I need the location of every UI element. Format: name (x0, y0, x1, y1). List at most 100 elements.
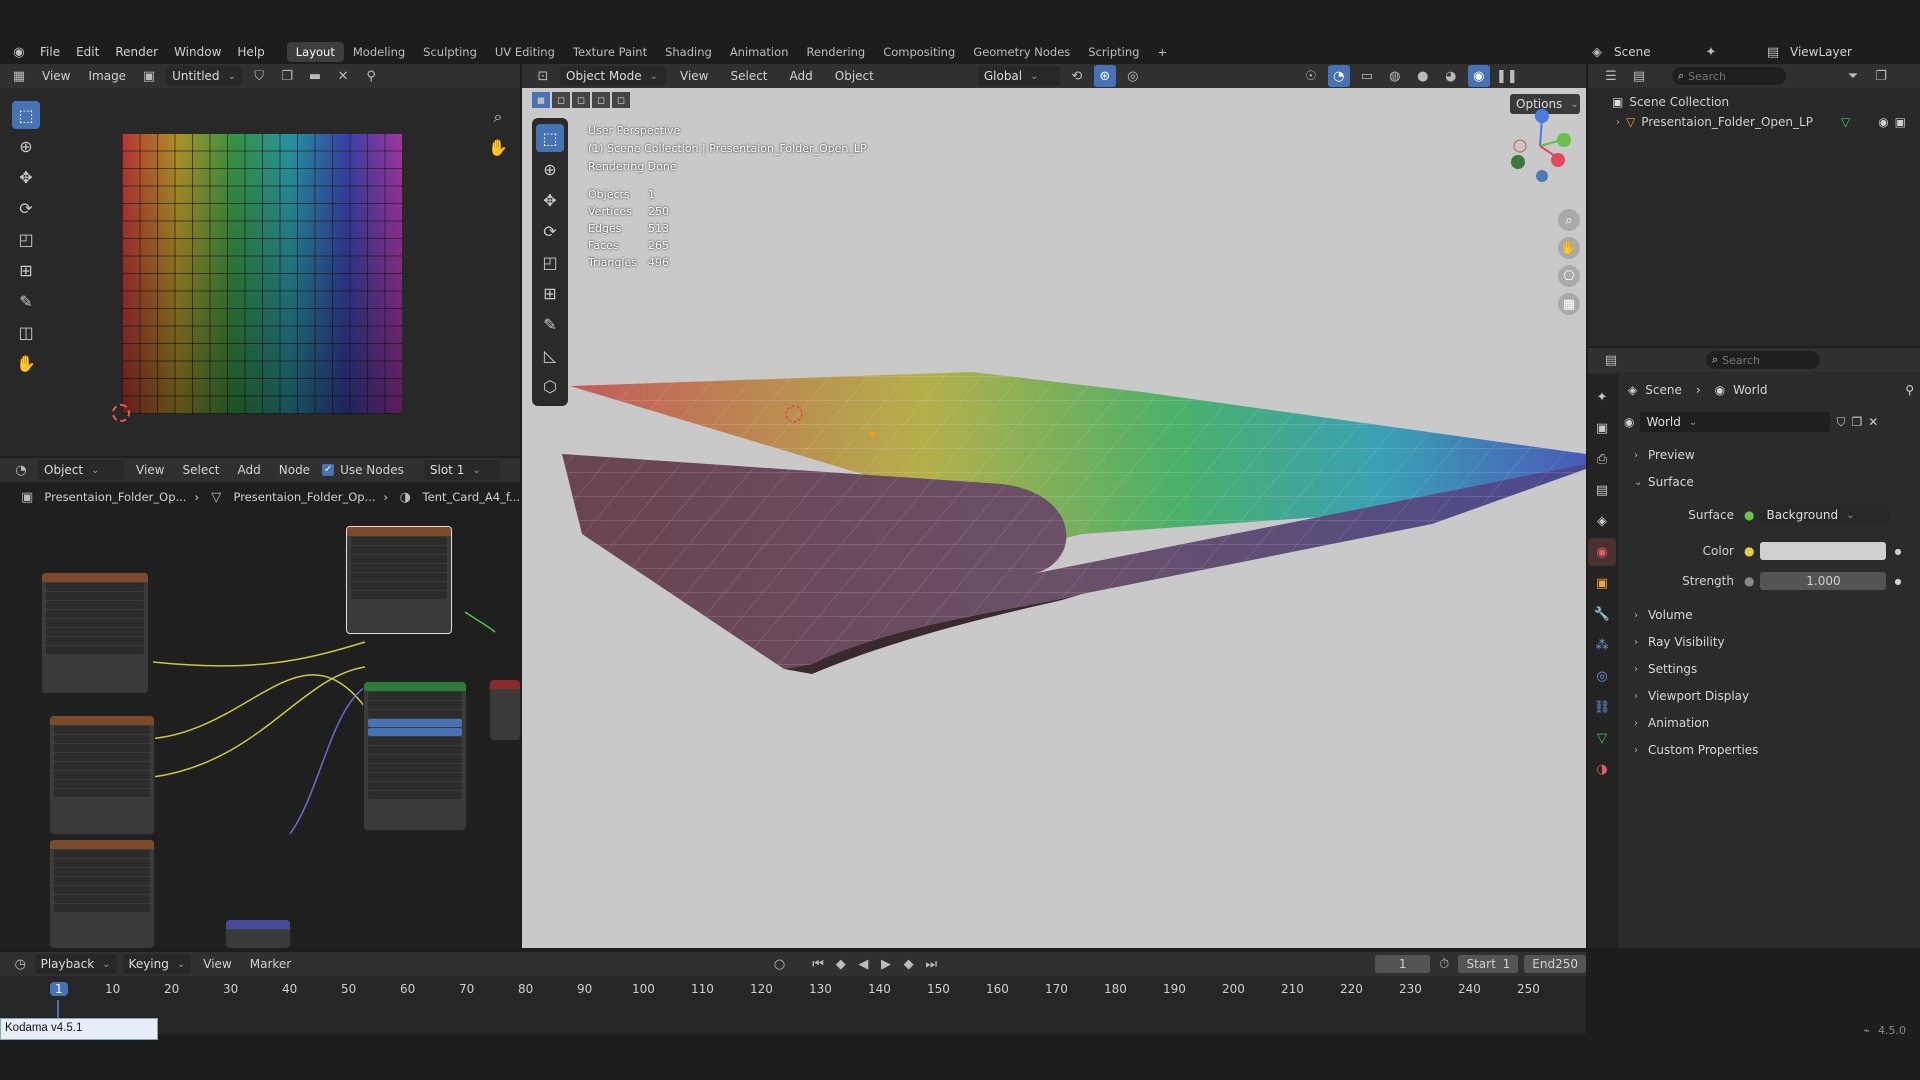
section-surface[interactable]: ⌄ Surface (1624, 469, 1914, 496)
unlink-icon[interactable]: ✕ (332, 65, 354, 87)
physics-tab-icon[interactable]: ◎ (1588, 662, 1616, 690)
basecolor-texture-node[interactable] (42, 573, 148, 693)
menu-add[interactable]: Add (232, 463, 267, 477)
mesh-data-icon[interactable]: ▽ (1841, 115, 1850, 129)
scene-name[interactable]: Scene (1614, 45, 1694, 59)
view-layer-selector[interactable]: ▤ ViewLayer (1762, 41, 1852, 63)
playhead-frame[interactable]: 1 (50, 982, 68, 996)
rotate-tool-icon[interactable]: ⟳ (12, 194, 40, 222)
normal-map-node[interactable] (226, 920, 290, 948)
menu-window[interactable]: Window (166, 45, 229, 59)
view-layer-name[interactable]: ViewLayer (1790, 45, 1852, 59)
menu-marker[interactable]: Marker (244, 957, 297, 971)
pan-icon[interactable]: ✋ (1558, 237, 1580, 259)
display-mode-icon[interactable]: ▤ (1628, 65, 1650, 87)
grab-tool-icon[interactable]: ✋ (12, 349, 40, 377)
jump-start-icon[interactable]: ⏮ (810, 953, 827, 975)
menu-edit[interactable]: Edit (68, 45, 107, 59)
navigation-gizmo[interactable] (1500, 106, 1580, 186)
shader-type-dropdown[interactable]: Object (38, 460, 124, 480)
tab-layout[interactable]: Layout (286, 42, 344, 62)
unlink-icon[interactable]: ✕ (1868, 415, 1878, 429)
menu-view[interactable]: View (36, 69, 76, 83)
editor-type-icon[interactable]: ▦ (8, 65, 30, 87)
tab-sculpting[interactable]: Sculpting (414, 42, 486, 62)
properties-search[interactable]: ⌕ (1706, 351, 1820, 369)
pin-icon[interactable]: ⚲ (1905, 383, 1914, 397)
object-tab-icon[interactable]: ▣ (1588, 569, 1616, 597)
section-volume[interactable]: › Volume (1624, 602, 1914, 629)
current-frame-field[interactable]: 1 (1375, 955, 1430, 973)
next-keyframe-icon[interactable]: ◆ (900, 953, 917, 975)
pan-icon[interactable]: ✋ (484, 133, 512, 161)
new-image-icon[interactable]: ❐ (276, 65, 298, 87)
fake-user-icon[interactable]: ⛉ (1836, 415, 1845, 430)
image-texture-node[interactable] (346, 526, 452, 634)
keyframe-dot-icon[interactable]: ● (1894, 577, 1901, 586)
search-input[interactable] (1722, 353, 1809, 367)
tab-rendering[interactable]: Rendering (797, 42, 874, 62)
ortho-toggle-icon[interactable]: ▦ (1558, 293, 1580, 315)
sample-tool-icon[interactable]: ◫ (12, 318, 40, 346)
new-world-icon[interactable]: ❐ (1852, 415, 1863, 429)
prev-keyframe-icon[interactable]: ◆ (832, 953, 849, 975)
tab-modeling[interactable]: Modeling (344, 42, 414, 62)
keyframe-dot-icon[interactable]: ● (1894, 547, 1901, 556)
tab-uv-editing[interactable]: UV Editing (486, 42, 564, 62)
view-layer-tab-icon[interactable]: ▤ (1588, 476, 1616, 504)
preview-range-icon[interactable]: ⏱ (1436, 953, 1453, 975)
particles-tab-icon[interactable]: ⁂ (1588, 631, 1616, 659)
roughness-texture-node[interactable] (50, 840, 154, 948)
move-tool-icon[interactable]: ✥ (12, 163, 40, 191)
tool-tab-icon[interactable]: ✦ (1588, 383, 1616, 411)
metallic-texture-node[interactable] (50, 716, 154, 834)
scene-selector[interactable]: ◈ Scene ✦ (1586, 41, 1722, 63)
section-custom-properties[interactable]: › Custom Properties (1624, 737, 1914, 764)
world-browse-icon[interactable]: ◉ (1624, 415, 1634, 429)
camera-view-icon[interactable]: ⎔ (1558, 265, 1580, 287)
section-viewport-display[interactable]: › Viewport Display (1624, 683, 1914, 710)
render-tab-icon[interactable]: ▣ (1588, 414, 1616, 442)
editor-type-icon[interactable]: ◷ (12, 953, 29, 975)
play-reverse-icon[interactable]: ◀ (855, 953, 872, 975)
material-output-node[interactable] (490, 680, 520, 740)
section-preview[interactable]: › Preview (1624, 442, 1914, 469)
keying-menu[interactable]: Keying (122, 954, 192, 974)
scale-tool-icon[interactable]: ◰ (12, 225, 40, 253)
world-name-field[interactable]: World (1640, 412, 1831, 432)
playback-menu[interactable]: Playback (34, 954, 117, 974)
menu-view[interactable]: View (197, 957, 237, 971)
start-field[interactable]: Start 1 (1458, 955, 1519, 973)
section-animation[interactable]: › Animation (1624, 710, 1914, 737)
play-icon[interactable]: ▶ (878, 953, 895, 975)
add-workspace-button[interactable]: + (1148, 42, 1176, 62)
menu-select[interactable]: Select (176, 463, 225, 477)
material-tab-icon[interactable]: ◑ (1588, 755, 1616, 783)
principled-bsdf-node[interactable] (364, 682, 466, 830)
tab-geometry-nodes[interactable]: Geometry Nodes (964, 42, 1079, 62)
tab-texture-paint[interactable]: Texture Paint (564, 42, 656, 62)
zoom-icon[interactable]: ⌕ (1558, 209, 1580, 231)
color-swatch[interactable] (1760, 542, 1887, 560)
pin-icon[interactable]: ✦ (1700, 41, 1722, 63)
annotate-tool-icon[interactable]: ✎ (12, 287, 40, 315)
modifier-tab-icon[interactable]: 🔧 (1588, 600, 1616, 628)
menu-help[interactable]: Help (229, 45, 272, 59)
tab-scripting[interactable]: Scripting (1079, 42, 1148, 62)
zoom-icon[interactable]: ⌕ (484, 103, 512, 131)
editor-type-icon[interactable]: ◔ (10, 459, 32, 481)
image-browse-icon[interactable]: ▣ (138, 65, 160, 87)
data-tab-icon[interactable]: ▽ (1588, 724, 1616, 752)
frame-ruler[interactable]: 1 10 20 30 40 50 60 70 80 90 100 110 120… (0, 982, 1586, 1002)
constraints-tab-icon[interactable]: ⛓ (1588, 693, 1616, 721)
menu-file[interactable]: File (32, 45, 68, 59)
transform-tool-icon[interactable]: ⊞ (12, 256, 40, 284)
blender-logo-icon[interactable]: ◉ (8, 41, 30, 63)
2d-cursor-icon[interactable] (112, 404, 130, 422)
output-tab-icon[interactable]: ⎙ (1588, 445, 1616, 473)
chevron-right-icon[interactable]: › (1616, 117, 1620, 128)
section-ray-visibility[interactable]: › Ray Visibility (1624, 629, 1914, 656)
outliner-row-scene-collection[interactable]: ▣ Scene Collection (1588, 92, 1920, 112)
surface-dropdown[interactable]: Background (1760, 505, 1891, 525)
visibility-eye-icon[interactable]: ◉ (1878, 115, 1888, 129)
